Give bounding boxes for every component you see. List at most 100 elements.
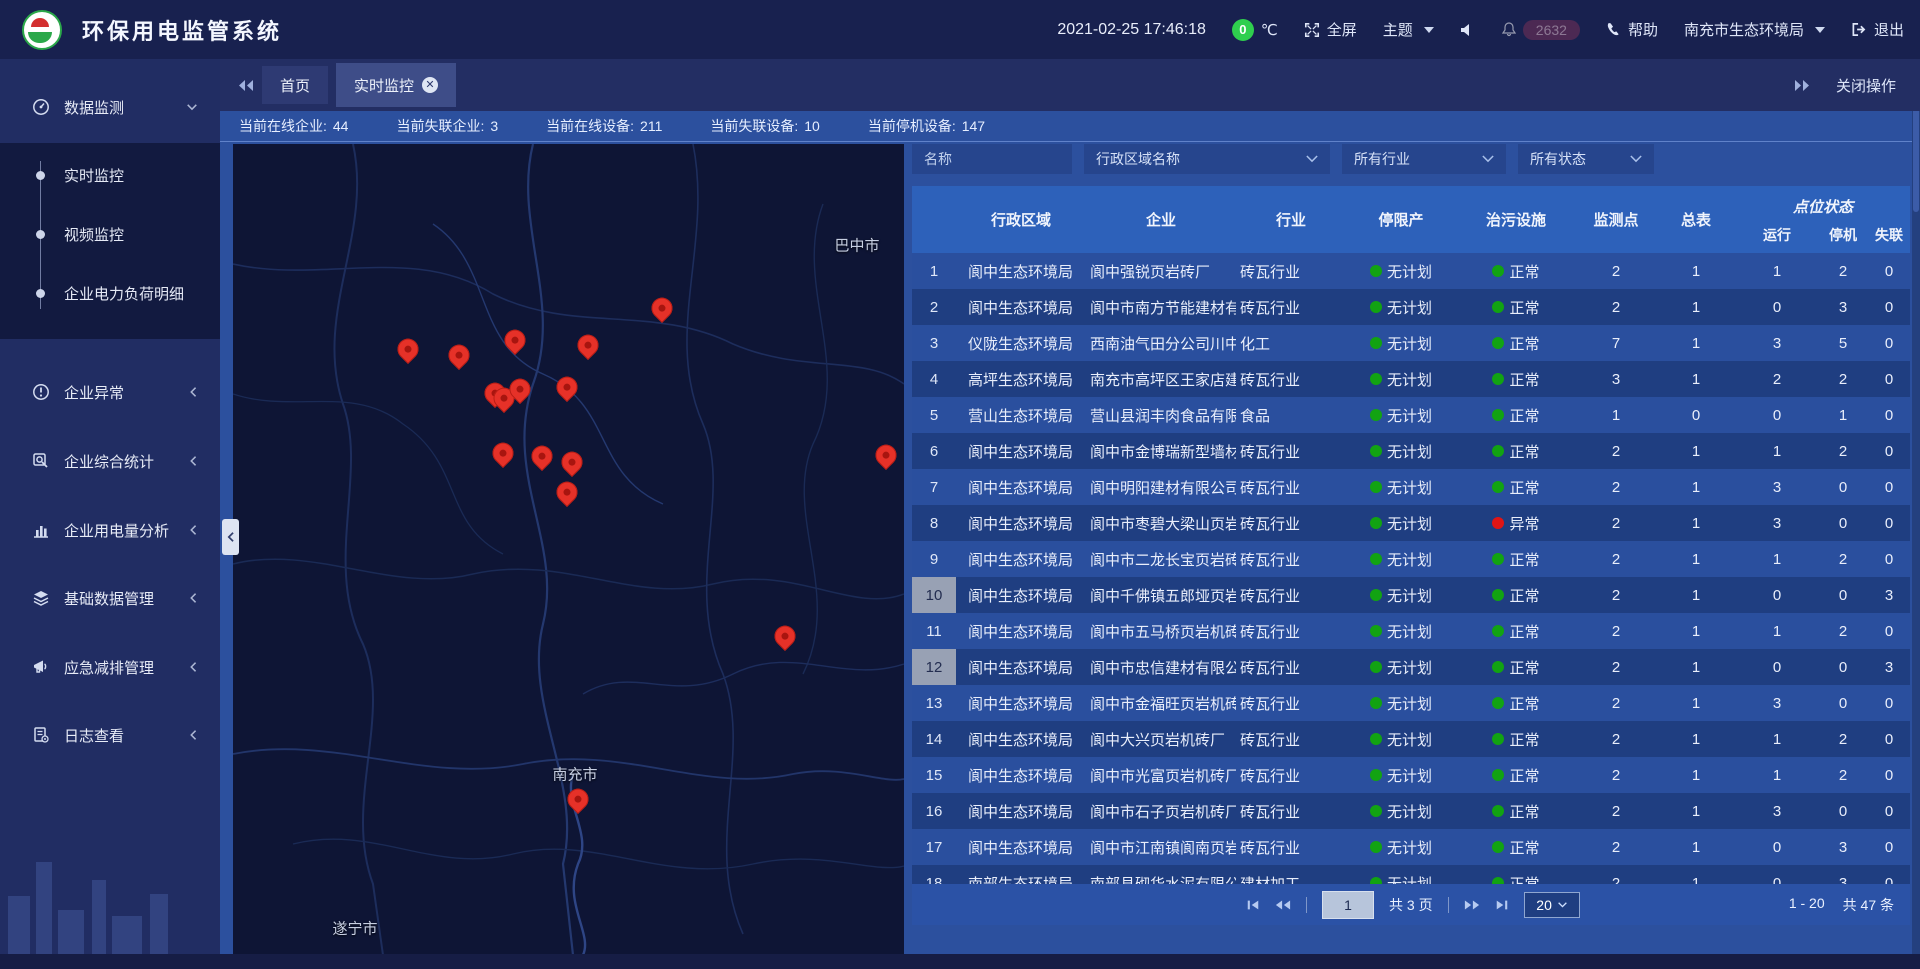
sidebar-collapse-handle[interactable] <box>222 519 239 555</box>
sidebar-item-log-view[interactable]: 日志查看 <box>0 717 220 753</box>
fullscreen-button[interactable]: 全屏 <box>1304 19 1357 40</box>
row-index: 7 <box>912 469 956 505</box>
chevron-down-icon <box>186 101 198 113</box>
cell-stopped: 0 <box>1818 659 1868 676</box>
row-index: 18 <box>912 865 956 884</box>
limit-status-dot <box>1370 661 1382 673</box>
status-select[interactable]: 所有状态 <box>1518 144 1654 174</box>
tabs-scroll-right-icon[interactable] <box>1794 79 1810 92</box>
page-number-input[interactable] <box>1322 891 1374 919</box>
sidebar-item-realtime-monitor[interactable]: 实时监控 <box>0 161 220 189</box>
sidebar-item-emergency-reduction[interactable]: 应急减排管理 <box>0 649 220 685</box>
logout-button[interactable]: 退出 <box>1851 19 1904 40</box>
table-row[interactable]: 2 阆中生态环境局 阆中市南方节能建材有 砖瓦行业 无计划 正常 2 1 0 3… <box>912 289 1910 325</box>
gauge-icon <box>32 98 50 116</box>
tab-home[interactable]: 首页 <box>262 66 328 104</box>
cell-industry: 砖瓦行业 <box>1236 261 1346 282</box>
region-select[interactable]: 行政区域名称 <box>1084 144 1330 174</box>
chevron-down-icon <box>1482 155 1494 163</box>
cell-facility-status: 正常 <box>1456 837 1576 858</box>
sidebar-item-power-analysis[interactable]: 企业用电量分析 <box>0 512 220 548</box>
cell-region: 阆中生态环境局 <box>956 657 1086 678</box>
tab-realtime-monitor[interactable]: 实时监控 ✕ <box>336 63 456 107</box>
cell-total-meters: 1 <box>1656 731 1736 748</box>
table-row[interactable]: 14 阆中生态环境局 阆中大兴页岩机砖厂 砖瓦行业 无计划 正常 2 1 1 2… <box>912 721 1910 757</box>
name-search-input[interactable] <box>912 144 1072 174</box>
row-index: 14 <box>912 721 956 757</box>
table-row[interactable]: 15 阆中生态环境局 阆中市光富页岩机砖厂 砖瓦行业 无计划 正常 2 1 1 … <box>912 757 1910 793</box>
cell-facility-status: 正常 <box>1456 333 1576 354</box>
table-row[interactable]: 12 阆中生态环境局 阆中市忠信建材有限公 砖瓦行业 无计划 正常 2 1 0 … <box>912 649 1910 685</box>
prev-page-icon[interactable] <box>1275 899 1291 911</box>
cell-region: 阆中生态环境局 <box>956 585 1086 606</box>
table-row[interactable]: 16 阆中生态环境局 阆中市石子页岩机砖厂 砖瓦行业 无计划 正常 2 1 3 … <box>912 793 1910 829</box>
sidebar-item-enterprise-statistics[interactable]: 企业综合统计 <box>0 443 220 479</box>
table-row[interactable]: 9 阆中生态环境局 阆中市二龙长宝页岩砖 砖瓦行业 无计划 正常 2 1 1 2… <box>912 541 1910 577</box>
table-row[interactable]: 6 阆中生态环境局 阆中市金博瑞新型墙材 砖瓦行业 无计划 正常 2 1 1 2… <box>912 433 1910 469</box>
notification-area[interactable]: 2632 <box>1502 20 1580 40</box>
app-title: 环保用电监管系统 <box>82 14 282 46</box>
industry-select[interactable]: 所有行业 <box>1342 144 1506 174</box>
chevron-left-icon <box>188 729 198 741</box>
close-operations-button[interactable]: 关闭操作 <box>1836 75 1896 96</box>
speaker-icon <box>1460 23 1476 37</box>
table-row[interactable]: 8 阆中生态环境局 阆中市枣碧大梁山页岩 砖瓦行业 无计划 异常 2 1 3 0… <box>912 505 1910 541</box>
table-row[interactable]: 4 高坪生态环境局 南充市高坪区王家店建 砖瓦行业 无计划 正常 3 1 2 2… <box>912 361 1910 397</box>
cell-lost: 0 <box>1868 875 1910 885</box>
tab-close-icon[interactable]: ✕ <box>422 77 438 93</box>
cell-stopped: 0 <box>1818 803 1868 820</box>
filter-bar: 行政区域名称 所有行业 所有状态 <box>912 144 1910 174</box>
cell-stopped: 3 <box>1818 299 1868 316</box>
page-size-select[interactable]: 20 <box>1524 892 1580 918</box>
table-row[interactable]: 5 营山生态环境局 营山县润丰肉食品有限 食品 无计划 正常 1 0 0 1 0 <box>912 397 1910 433</box>
cell-limit-status: 无计划 <box>1346 873 1456 885</box>
table-row[interactable]: 18 南部生态环境局 南部县砌华水泥有限公 建材加工 无计划 正常 2 1 0 … <box>912 865 1910 884</box>
cell-limit-status: 无计划 <box>1346 621 1456 642</box>
table-row[interactable]: 7 阆中生态环境局 阆中明阳建材有限公司 砖瓦行业 无计划 正常 2 1 3 0… <box>912 469 1910 505</box>
cell-stopped: 0 <box>1818 515 1868 532</box>
tabs-scroll-left-icon[interactable] <box>238 79 254 92</box>
cell-monitor-points: 2 <box>1576 803 1656 820</box>
table-row[interactable]: 17 阆中生态环境局 阆中市江南镇阆南页岩 砖瓦行业 无计划 正常 2 1 0 … <box>912 829 1910 865</box>
table-row[interactable]: 1 阆中生态环境局 阆中强锐页岩砖厂 砖瓦行业 无计划 正常 2 1 1 2 0 <box>912 253 1910 289</box>
sidebar-item-base-data[interactable]: 基础数据管理 <box>0 580 220 616</box>
cell-industry: 砖瓦行业 <box>1236 513 1346 534</box>
facility-status-dot <box>1492 373 1504 385</box>
first-page-icon[interactable] <box>1246 899 1260 911</box>
map-city-label: 南充市 <box>552 764 597 785</box>
facility-status-dot <box>1492 805 1504 817</box>
facility-status-dot <box>1492 517 1504 529</box>
cell-total-meters: 1 <box>1656 623 1736 640</box>
facility-status-dot <box>1492 589 1504 601</box>
tab-bar: 首页 实时监控 ✕ 关闭操作 <box>220 59 1920 111</box>
table-row[interactable]: 10 阆中生态环境局 阆中千佛镇五郎垭页岩 砖瓦行业 无计划 正常 2 1 0 … <box>912 577 1910 613</box>
cell-running: 0 <box>1736 587 1818 604</box>
cell-lost: 0 <box>1868 443 1910 460</box>
row-index: 15 <box>912 757 956 793</box>
col-industry: 行业 <box>1236 209 1346 230</box>
org-dropdown[interactable]: 南充市生态环境局 <box>1684 19 1825 40</box>
limit-status-dot <box>1370 877 1382 884</box>
cell-running: 3 <box>1736 695 1818 712</box>
chevron-left-icon <box>188 455 198 467</box>
table-row[interactable]: 13 阆中生态环境局 阆中市金福旺页岩机砖 砖瓦行业 无计划 正常 2 1 3 … <box>912 685 1910 721</box>
sidebar-item-video-monitor[interactable]: 视频监控 <box>0 220 220 248</box>
map-panel[interactable]: 巴中市 南充市 遂宁市 <box>233 144 904 955</box>
cell-facility-status: 正常 <box>1456 549 1576 570</box>
facility-status-dot <box>1492 625 1504 637</box>
help-button[interactable]: 帮助 <box>1606 19 1658 40</box>
sidebar-item-enterprise-anomaly[interactable]: 企业异常 <box>0 374 220 410</box>
sidebar-item-power-load-detail[interactable]: 企业电力负荷明细 <box>0 279 220 307</box>
speaker-mute-button[interactable] <box>1460 23 1476 37</box>
cell-monitor-points: 2 <box>1576 443 1656 460</box>
next-page-icon[interactable] <box>1464 899 1480 911</box>
theme-dropdown[interactable]: 主题 <box>1383 19 1434 40</box>
cell-industry: 砖瓦行业 <box>1236 549 1346 570</box>
sidebar-item-data-monitor[interactable]: 数据监测 <box>0 89 220 125</box>
cell-facility-status: 正常 <box>1456 297 1576 318</box>
table-row[interactable]: 11 阆中生态环境局 阆中市五马桥页岩机砖 砖瓦行业 无计划 正常 2 1 1 … <box>912 613 1910 649</box>
cell-limit-status: 无计划 <box>1346 801 1456 822</box>
table-row[interactable]: 3 仪陇生态环境局 西南油气田分公司川中 化工 无计划 正常 7 1 3 5 0 <box>912 325 1910 361</box>
cell-industry: 化工 <box>1236 333 1346 354</box>
last-page-icon[interactable] <box>1495 899 1509 911</box>
